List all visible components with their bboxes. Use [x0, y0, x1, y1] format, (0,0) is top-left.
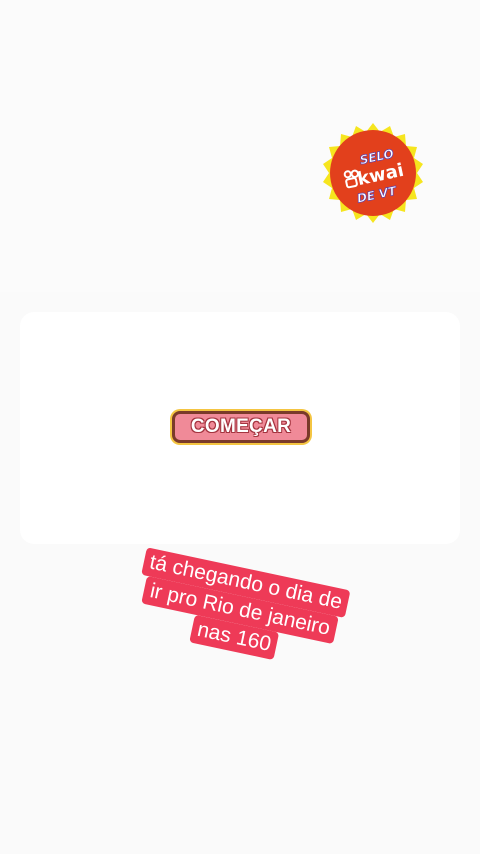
caption-sticker: tá chegando o dia de ir pro Rio de janei…: [116, 544, 364, 675]
selo-kwai-badge: SELO kwai DE VT: [322, 122, 424, 224]
badge-graphic: SELO kwai DE VT: [323, 123, 423, 223]
start-button[interactable]: COMEÇAR: [172, 411, 310, 443]
start-button-label: COMEÇAR: [190, 416, 292, 437]
